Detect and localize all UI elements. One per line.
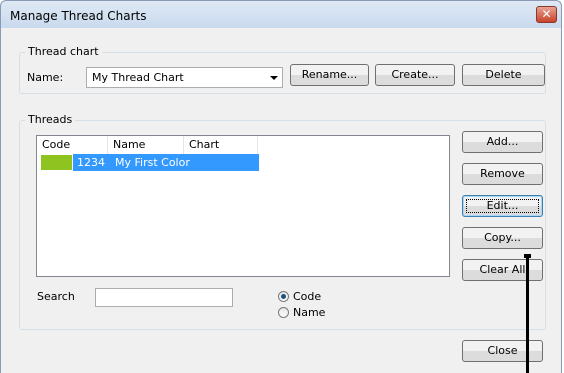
focus-rectangle: [466, 199, 539, 213]
thread-code-cell: 1234: [77, 156, 105, 169]
column-header-code[interactable]: Code: [37, 136, 108, 154]
clear-all-button[interactable]: Clear All: [462, 259, 543, 281]
column-header-name[interactable]: Name: [108, 136, 184, 154]
add-button[interactable]: Add...: [462, 131, 543, 153]
column-header-filler: [258, 136, 449, 154]
search-label: Search: [37, 290, 75, 303]
pointer-line: [526, 256, 529, 373]
dialog-title: Manage Thread Charts: [10, 9, 147, 23]
name-label: Name:: [27, 71, 64, 84]
search-by-code-label: Code: [293, 290, 322, 303]
table-row[interactable]: 1234 My First Color: [38, 154, 259, 171]
copy-button[interactable]: Copy...: [462, 227, 543, 249]
search-by-code-radio[interactable]: [278, 291, 289, 302]
create-button[interactable]: Create...: [375, 64, 455, 86]
threads-list[interactable]: Code Name Chart 1234 My First Color: [36, 135, 450, 277]
rename-button[interactable]: Rename...: [290, 64, 369, 86]
close-button[interactable]: Close: [462, 340, 543, 362]
search-by-name-label: Name: [293, 306, 326, 319]
thread-chart-select[interactable]: My Thread Chart: [86, 67, 283, 88]
edit-button[interactable]: Edit...: [462, 195, 543, 217]
threads-group-label: Threads: [25, 113, 76, 126]
thread-color-swatch: [41, 155, 72, 170]
chevron-down-icon: [270, 76, 278, 80]
remove-button[interactable]: Remove: [462, 163, 543, 185]
thread-chart-group-label: Thread chart: [25, 45, 102, 58]
close-icon: ✕: [541, 7, 552, 21]
close-window-button[interactable]: ✕: [536, 6, 557, 23]
search-by-name-radio[interactable]: [278, 307, 289, 318]
search-input[interactable]: [95, 288, 233, 307]
thread-name-cell: My First Color: [115, 156, 190, 169]
delete-button[interactable]: Delete: [462, 64, 545, 86]
title-bar: Manage Thread Charts ✕: [0, 0, 562, 28]
thread-chart-select-value: My Thread Chart: [92, 71, 184, 84]
manage-thread-charts-dialog: Manage Thread Charts ✕ Thread chart Name…: [0, 0, 564, 373]
column-header-chart[interactable]: Chart: [184, 136, 258, 154]
